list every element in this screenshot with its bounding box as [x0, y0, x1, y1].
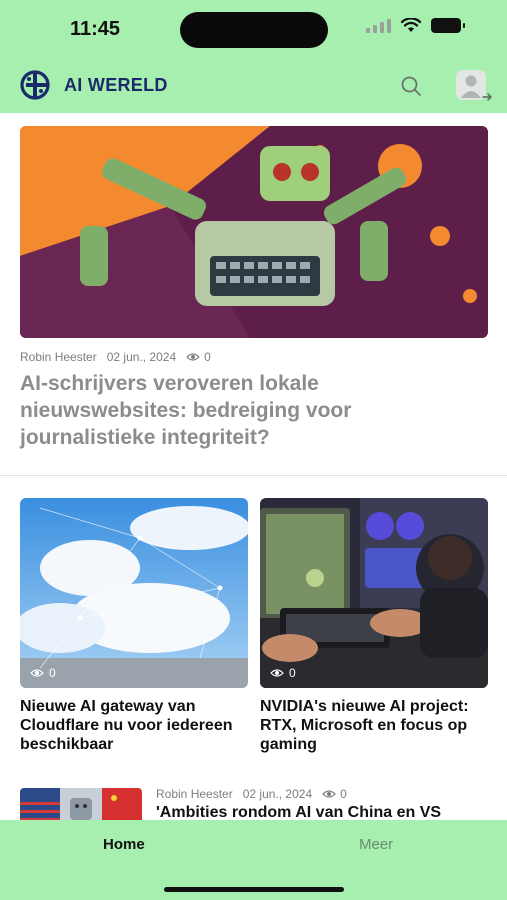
tab-home[interactable]: Home	[103, 836, 145, 853]
view-count-value: 0	[289, 666, 296, 680]
featured-image[interactable]	[20, 126, 488, 338]
view-count: 0	[322, 787, 347, 801]
divider	[0, 475, 507, 476]
app-header: 11:45 AI WERELD	[0, 0, 507, 113]
view-count-value: 0	[49, 666, 56, 680]
tab-bar: Home Meer	[0, 820, 507, 900]
author: Robin Heester	[20, 350, 97, 364]
user-avatar-icon	[456, 70, 493, 101]
eye-icon	[322, 790, 336, 798]
search-button[interactable]	[398, 73, 424, 99]
home-indicator	[164, 887, 344, 892]
eye-icon	[270, 669, 284, 677]
article-image: 0	[20, 498, 248, 688]
article-title: Nieuwe AI gateway van Cloudflare nu voor…	[20, 698, 233, 753]
logo-icon	[20, 70, 50, 100]
tab-more[interactable]: Meer	[359, 836, 393, 853]
article-card[interactable]: 0 NVIDIA's nieuwe AI project: RTX, Micro…	[260, 498, 488, 754]
date: 02 jun., 2024	[242, 787, 313, 801]
article-title: NVIDIA's nieuwe AI project: RTX, Microso…	[260, 698, 469, 753]
profile-login-button[interactable]	[456, 70, 493, 102]
featured-meta: Robin Heester 02 jun., 2024 0	[20, 350, 211, 364]
status-icons	[366, 18, 465, 33]
brand-name: AI WERELD	[64, 74, 168, 95]
article-image: 0	[260, 498, 488, 688]
battery-icon	[431, 18, 465, 33]
article-card[interactable]: 0 Nieuwe AI gateway van Cloudflare nu vo…	[20, 498, 248, 754]
view-count-value: 0	[340, 787, 347, 801]
author: Robin Heester	[156, 787, 233, 801]
featured-title[interactable]: AI-schrijvers veroveren lokale nieuwsweb…	[20, 370, 490, 451]
dynamic-island	[180, 12, 328, 48]
brand[interactable]: AI WERELD	[20, 70, 168, 100]
status-time: 11:45	[70, 18, 121, 40]
view-count: 0	[30, 666, 56, 680]
signal-icon	[366, 18, 391, 33]
wifi-icon	[401, 18, 421, 32]
view-count-value: 0	[204, 350, 211, 364]
eye-icon	[186, 353, 200, 361]
view-count: 0	[270, 666, 296, 680]
date: 02 jun., 2024	[106, 350, 177, 364]
list-item-meta: Robin Heester 02 jun., 2024 0	[156, 787, 347, 801]
view-count: 0	[186, 350, 211, 364]
search-icon	[401, 76, 421, 96]
eye-icon	[30, 669, 44, 677]
